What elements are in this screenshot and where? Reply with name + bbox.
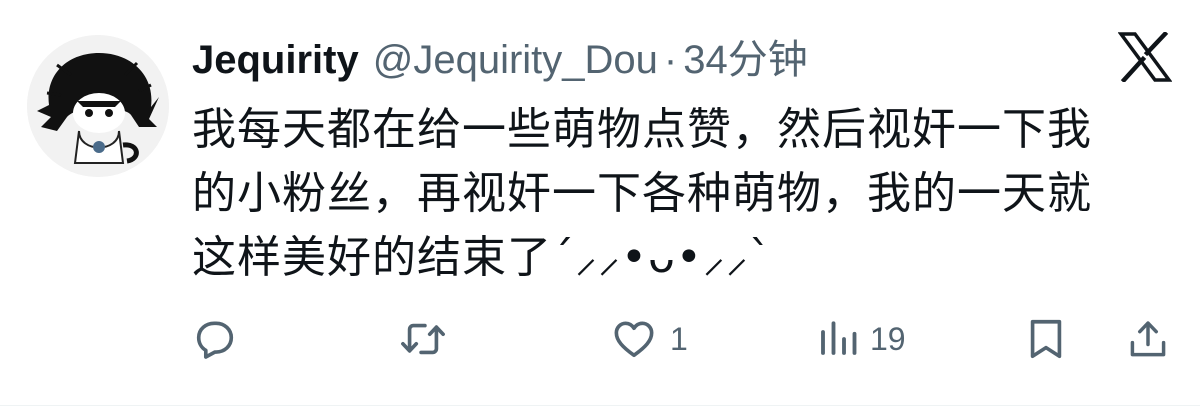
tweet-text-line: 这样美好的结束了´⸝⸝•ᴗ•⸝⸝` [192, 232, 772, 283]
tweet-header: Jequirity @Jequirity_Dou · 34分钟 [192, 28, 808, 92]
retweet-button[interactable] [398, 314, 460, 364]
avatar-image [27, 35, 169, 177]
like-count: 1 [670, 320, 688, 357]
tweet-text: 我每天都在给一些萌物点赞，然后视奸一下我 的小粉丝，再视奸一下各种萌物，我的一天… [192, 98, 1162, 290]
tweet-actions: 1 19 [192, 314, 1172, 364]
views-button[interactable]: 19 [816, 314, 906, 364]
tweet-timestamp[interactable]: 34分钟 [683, 28, 808, 92]
header-separator: · [663, 38, 678, 82]
divider [0, 405, 1200, 406]
views-icon [821, 321, 857, 355]
views-count: 19 [870, 320, 906, 357]
avatar[interactable] [27, 35, 169, 177]
reply-icon [196, 321, 234, 359]
author-handle[interactable]: @Jequirity_Dou [373, 28, 658, 92]
reply-button[interactable] [192, 314, 250, 364]
bookmark-icon [1030, 319, 1062, 359]
share-button[interactable] [1126, 314, 1170, 364]
author-display-name[interactable]: Jequirity [192, 28, 359, 92]
like-button[interactable]: 1 [610, 314, 688, 364]
bookmark-button[interactable] [1026, 314, 1066, 364]
x-logo-icon[interactable] [1118, 32, 1172, 82]
tweet-card[interactable]: Jequirity @Jequirity_Dou · 34分钟 我每天都在给一些… [0, 0, 1200, 417]
tweet-text-line: 的小粉丝，再视奸一下各种萌物，我的一天就 [192, 168, 1092, 219]
tweet-text-line: 我每天都在给一些萌物点赞，然后视奸一下我 [192, 104, 1092, 155]
heart-icon [614, 321, 654, 358]
retweet-icon [401, 323, 445, 355]
share-icon [1130, 321, 1166, 357]
